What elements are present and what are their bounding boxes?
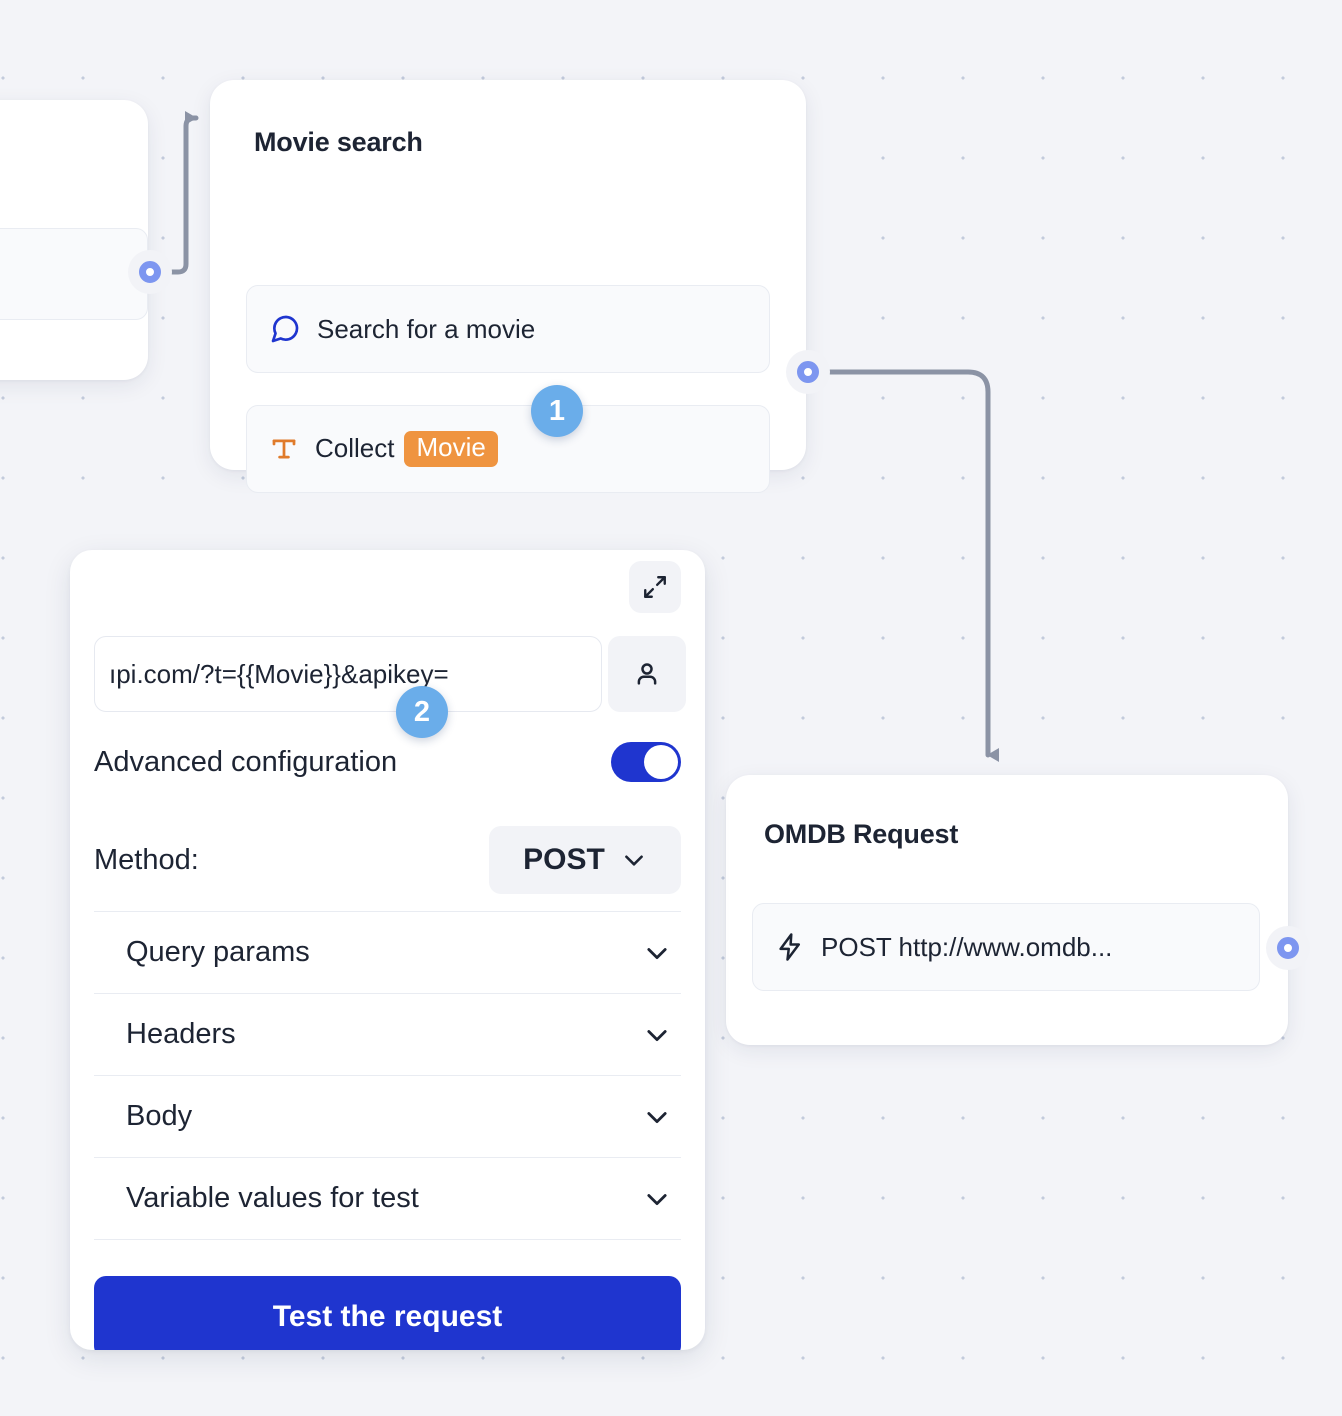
node-row-label-text: Collect (315, 433, 394, 464)
accordion-label: Query params (126, 936, 310, 969)
node-row-label: POST http://www.omdb... (821, 932, 1112, 963)
port-ring-icon (797, 361, 819, 383)
accordion-item-variable-values-for-test[interactable]: Variable values for test (94, 1157, 681, 1239)
port-movie-search-output[interactable] (786, 350, 830, 394)
node-row-label: Search for a movie (317, 314, 535, 345)
accordion-item-body[interactable]: Body (94, 1075, 681, 1157)
request-url-input[interactable] (94, 636, 602, 712)
node-partial-row[interactable] (0, 228, 148, 320)
accordion-item-headers[interactable]: Headers (94, 993, 681, 1075)
port-ring-icon (1277, 937, 1299, 959)
chevron-down-icon (621, 847, 647, 873)
accordion-label: Body (126, 1100, 192, 1133)
step-badge-1: 1 (531, 385, 583, 437)
method-label: Method: (94, 844, 199, 877)
node-row-omdb-post-request[interactable]: POST http://www.omdb... (752, 903, 1260, 991)
connector-left-to-movie-search (172, 118, 196, 272)
toggle-knob (644, 745, 678, 779)
step-badge-2: 2 (396, 686, 448, 738)
advanced-configuration-toggle[interactable] (611, 742, 681, 782)
chat-bubble-icon (269, 313, 301, 345)
port-ring-icon (139, 261, 161, 283)
flow-canvas[interactable]: Movie search Search for a movie (0, 0, 1342, 1416)
chevron-down-icon (643, 939, 671, 967)
node-card-omdb-request[interactable]: OMDB Request POST http://www.omdb... (726, 775, 1288, 1045)
method-row: Method: POST (94, 826, 681, 894)
request-sections-accordion: Query params Headers Body (94, 911, 681, 1240)
chevron-down-icon (643, 1103, 671, 1131)
advanced-configuration-label: Advanced configuration (94, 746, 397, 779)
person-icon (632, 659, 662, 689)
lightning-bolt-icon (775, 932, 805, 962)
node-row-search-for-a-movie[interactable]: Search for a movie (246, 285, 770, 373)
node-title-omdb-request: OMDB Request (764, 819, 958, 850)
request-configuration-panel[interactable]: Advanced configuration Method: POST Quer… (70, 550, 705, 1350)
text-t-icon (269, 434, 299, 464)
accordion-item-query-params[interactable]: Query params (94, 911, 681, 993)
connector-movie-search-to-omdb (830, 372, 988, 755)
node-card-partial-left[interactable] (0, 100, 148, 380)
url-input-row[interactable] (94, 636, 686, 712)
advanced-configuration-row[interactable]: Advanced configuration (94, 742, 681, 782)
expand-diagonal-icon (642, 574, 668, 600)
chevron-down-icon (643, 1185, 671, 1213)
expand-panel-button[interactable] (629, 561, 681, 613)
method-select-value: POST (523, 843, 605, 877)
accordion-label: Variable values for test (126, 1182, 419, 1215)
chevron-down-icon (643, 1021, 671, 1049)
port-left-node-output[interactable] (128, 250, 172, 294)
accordion-bottom-divider (94, 1239, 681, 1240)
node-title-movie-search: Movie search (254, 127, 423, 158)
test-the-request-button[interactable]: Test the request (94, 1276, 681, 1350)
node-row-collect-movie[interactable]: Collect Movie (246, 405, 770, 493)
method-select[interactable]: POST (489, 826, 681, 894)
node-row-label: Collect Movie (315, 431, 498, 466)
accordion-label: Headers (126, 1018, 236, 1051)
auth-user-button[interactable] (608, 636, 686, 712)
node-card-movie-search[interactable]: Movie search Search for a movie (210, 80, 806, 470)
variable-chip-movie[interactable]: Movie (404, 431, 497, 466)
port-omdb-request-output[interactable] (1266, 926, 1310, 970)
